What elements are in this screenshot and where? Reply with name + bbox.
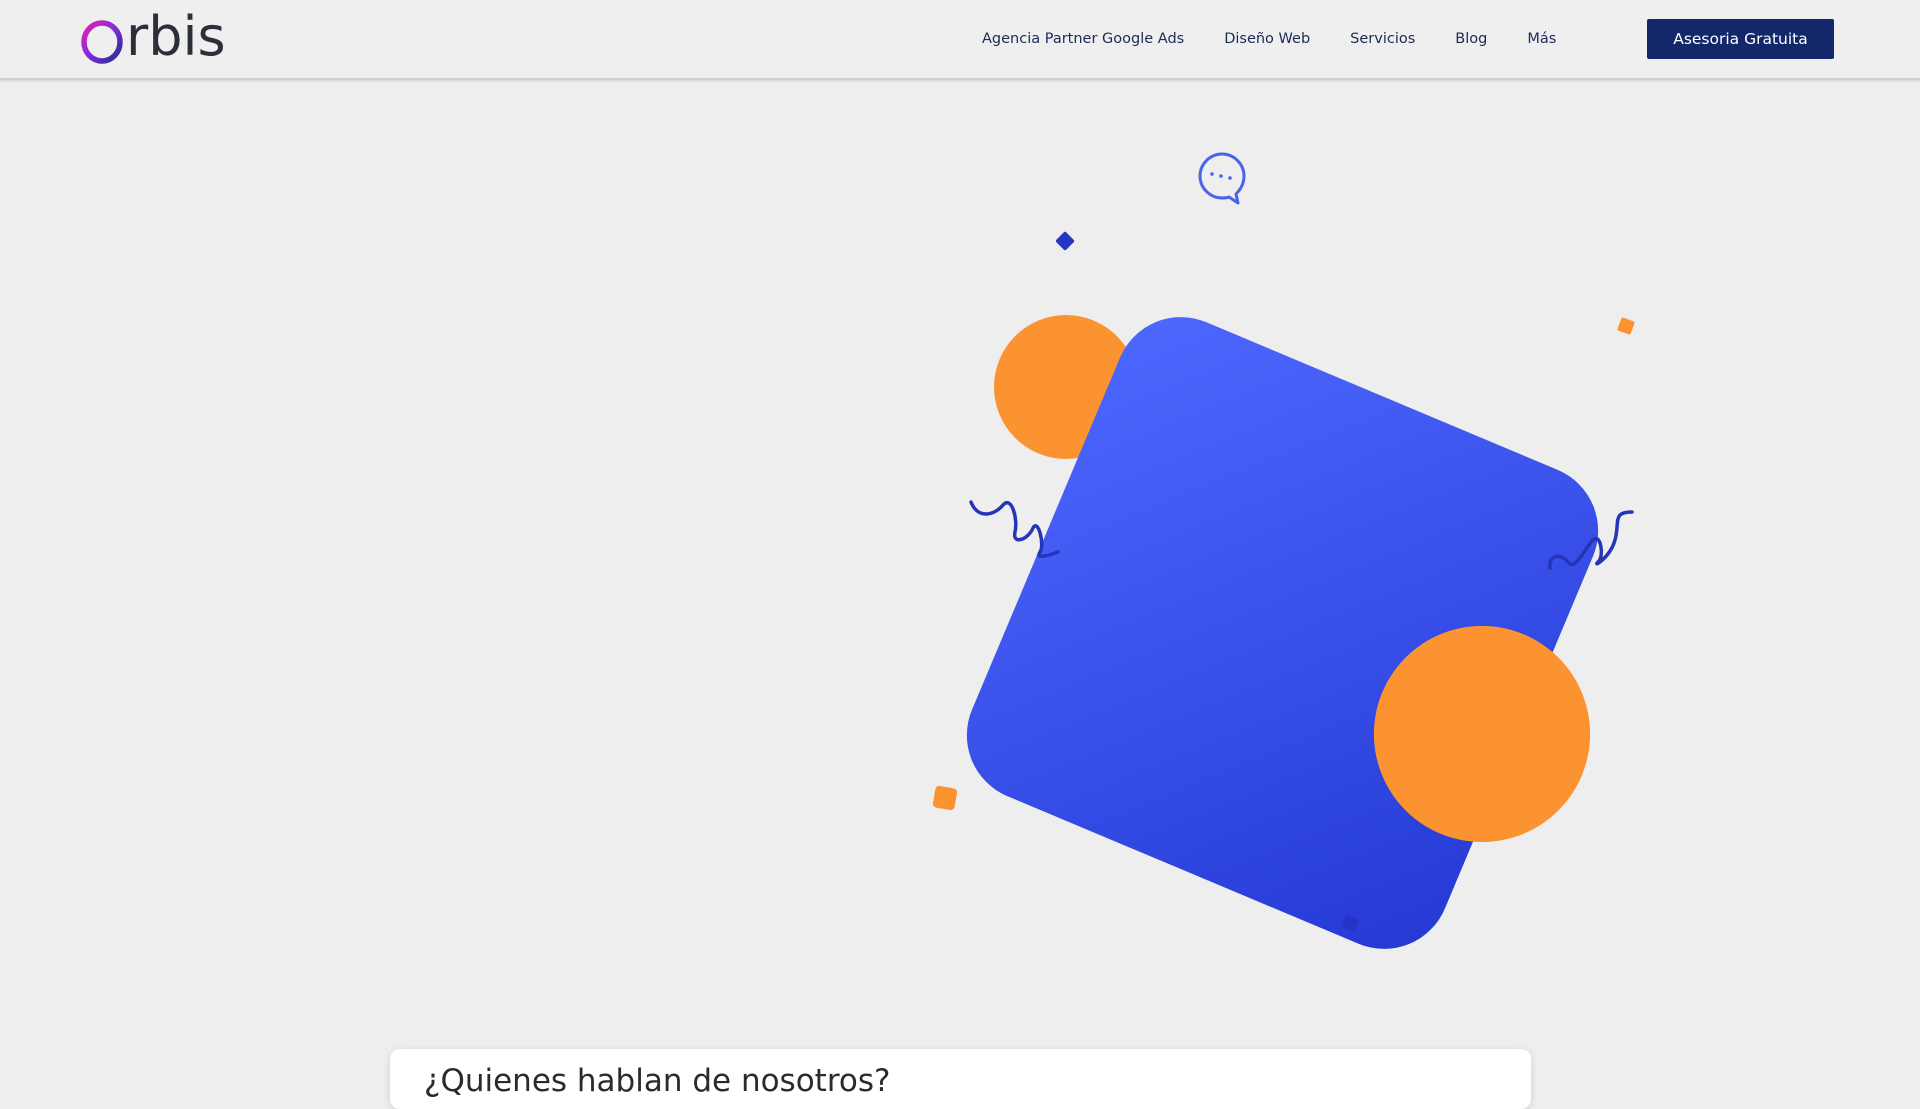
orange-square-right	[1617, 317, 1635, 335]
blue-diamond-top	[1055, 231, 1075, 251]
hero-illustration	[932, 152, 1635, 949]
chat-bubble-icon	[1198, 152, 1246, 205]
press-section-title: ¿Quienes hablan de nosotros?	[424, 1063, 891, 1099]
orange-square-left	[932, 785, 958, 811]
press-section-card: ¿Quienes hablan de nosotros?	[390, 1049, 1531, 1109]
